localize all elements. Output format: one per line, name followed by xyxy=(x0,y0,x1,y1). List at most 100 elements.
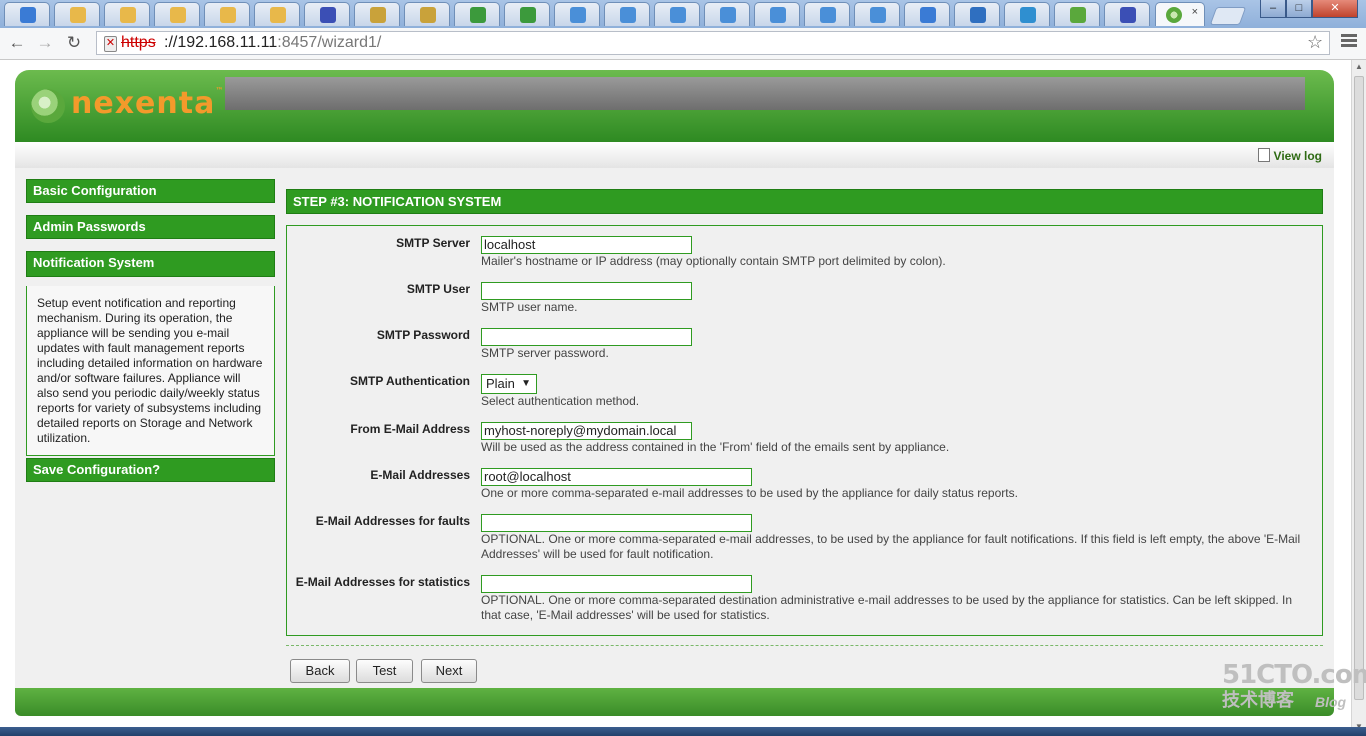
url-text: ://192.168.11.11:8457/wizard1/ xyxy=(164,32,381,54)
back-button[interactable]: Back xyxy=(290,659,350,683)
browser-tab[interactable] xyxy=(404,2,450,26)
play-icon xyxy=(870,7,886,23)
scrollbar-thumb[interactable] xyxy=(1354,76,1364,700)
email-stats-label: E-Mail Addresses for statistics xyxy=(295,575,470,589)
browser-tab[interactable] xyxy=(54,2,100,26)
url-scheme: https xyxy=(121,34,156,51)
chat-icon xyxy=(120,7,136,23)
header-stripe xyxy=(225,77,1305,110)
chat-icon xyxy=(220,7,236,23)
browser-tab[interactable] xyxy=(454,2,500,26)
browser-tab[interactable] xyxy=(804,2,850,26)
browser-tab[interactable] xyxy=(4,2,50,26)
test-button[interactable]: Test xyxy=(356,659,413,683)
browser-tab[interactable] xyxy=(1054,2,1100,26)
browser-tab[interactable] xyxy=(304,2,350,26)
chat-icon xyxy=(70,7,86,23)
reload-icon[interactable]: ↻ xyxy=(62,32,86,54)
dropdown-arrow-icon: ▼ xyxy=(521,378,531,389)
web-page: nexenta™ View log Basic Configuration Ad… xyxy=(0,60,1351,736)
play-icon xyxy=(620,7,636,23)
browser-tab[interactable] xyxy=(204,2,250,26)
sidebar-description: Setup event notification and reporting m… xyxy=(26,286,275,456)
logo-text: nexenta xyxy=(71,86,216,121)
smtp-auth-hint: Select authentication method. xyxy=(481,394,640,408)
smtp-auth-select[interactable]: Plain ▼ xyxy=(481,374,537,394)
sidebar-item-label: Notification System xyxy=(33,255,155,270)
mx-icon xyxy=(470,7,486,23)
browser-tab[interactable] xyxy=(154,2,200,26)
browser-tab[interactable] xyxy=(704,2,750,26)
next-button[interactable]: Next xyxy=(421,659,477,683)
play-icon xyxy=(570,7,586,23)
insecure-lock-icon[interactable]: ✕ xyxy=(104,36,117,52)
sidebar-item-basic-configuration[interactable]: Basic Configuration xyxy=(26,179,275,203)
back-arrow-icon[interactable]: ← xyxy=(5,32,29,54)
email-stats-input[interactable] xyxy=(481,575,752,593)
log-document-icon xyxy=(1257,148,1270,162)
sidebar-item-save-configuration[interactable]: Save Configuration? xyxy=(26,458,275,482)
smtp-server-input[interactable]: localhost xyxy=(481,236,692,254)
sidebar-item-label: Save Configuration? xyxy=(33,462,161,477)
forward-arrow-icon[interactable]: → xyxy=(33,32,57,54)
browser-tab[interactable] xyxy=(1004,2,1050,26)
browser-tab[interactable] xyxy=(754,2,800,26)
tab-active[interactable]: × xyxy=(1155,2,1205,26)
browser-tab[interactable] xyxy=(854,2,900,26)
smtp-auth-label: SMTP Authentication xyxy=(350,374,470,388)
view-log-link[interactable]: View log xyxy=(1257,148,1322,163)
logo-trademark: ™ xyxy=(215,86,225,95)
browser-tab[interactable] xyxy=(554,2,600,26)
play-icon xyxy=(770,7,786,23)
paw-icon xyxy=(320,7,336,23)
watermark: 51CTO.com 技术博客 Blog xyxy=(1222,660,1366,712)
browser-tab[interactable] xyxy=(254,2,300,26)
tab-close-icon[interactable]: × xyxy=(1192,6,1198,18)
play-icon xyxy=(720,7,736,23)
nexenta-icon xyxy=(1070,7,1086,23)
email-stats-hint: OPTIONAL. One or more comma-separated de… xyxy=(481,593,1293,622)
folder-icon xyxy=(20,7,36,23)
new-tab-button[interactable] xyxy=(1209,7,1247,25)
browser-tab[interactable] xyxy=(604,2,650,26)
step-title: STEP #3: NOTIFICATION SYSTEM xyxy=(286,189,1323,214)
browser-tab[interactable] xyxy=(954,2,1000,26)
browser-tab[interactable] xyxy=(104,2,150,26)
browser-tab[interactable] xyxy=(654,2,700,26)
browser-tab[interactable] xyxy=(1104,2,1150,26)
notepad-icon xyxy=(370,7,386,23)
smtp-user-input[interactable] xyxy=(481,282,692,300)
email-addresses-input[interactable]: root@localhost xyxy=(481,468,752,486)
browser-tab[interactable] xyxy=(904,2,950,26)
watermark-blog: Blog xyxy=(1315,694,1347,710)
from-email-input[interactable]: myhost-noreply@mydomain.local xyxy=(481,422,692,440)
email-addresses-hint: One or more comma-separated e-mail addre… xyxy=(481,486,1018,500)
sidebar-item-admin-passwords[interactable]: Admin Passwords xyxy=(26,215,275,239)
smtp-password-input[interactable] xyxy=(481,328,692,346)
url-port: :8457 xyxy=(277,34,318,51)
minimize-button[interactable]: – xyxy=(1260,0,1286,18)
sidebar-item-label: Basic Configuration xyxy=(33,183,157,198)
menu-icon[interactable] xyxy=(1341,34,1357,49)
vertical-scrollbar[interactable]: ▲ ▼ xyxy=(1351,60,1366,736)
browser-tab[interactable] xyxy=(354,2,400,26)
paw-icon xyxy=(1120,7,1136,23)
sidebar-item-label: Admin Passwords xyxy=(33,219,146,234)
wizard-frame: nexenta™ View log Basic Configuration Ad… xyxy=(15,70,1334,716)
address-bar[interactable]: ✕ https ://192.168.11.11:8457/wizard1/ xyxy=(96,31,1330,55)
close-window-button[interactable]: ✕ xyxy=(1312,0,1358,18)
nexenta-swirl-icon xyxy=(31,89,65,123)
form-separator xyxy=(286,645,1323,646)
maximize-button[interactable]: □ xyxy=(1286,0,1312,18)
from-email-hint: Will be used as the address contained in… xyxy=(481,440,950,454)
email-faults-input[interactable] xyxy=(481,514,752,532)
sidebar-item-notification-system[interactable]: Notification System xyxy=(26,251,275,277)
smtp-user-hint: SMTP user name. xyxy=(481,300,578,314)
browser-tab[interactable] xyxy=(504,2,550,26)
bookmark-star-icon[interactable]: ☆ xyxy=(1307,32,1323,53)
footer-bar xyxy=(15,688,1334,716)
smtp-user-label: SMTP User xyxy=(406,282,470,296)
subheader-bar: View log xyxy=(15,142,1334,169)
browser-toolbar: ← → ↻ ✕ https ://192.168.11.11:8457/wiza… xyxy=(0,28,1366,60)
scroll-up-icon[interactable]: ▲ xyxy=(1355,62,1363,71)
